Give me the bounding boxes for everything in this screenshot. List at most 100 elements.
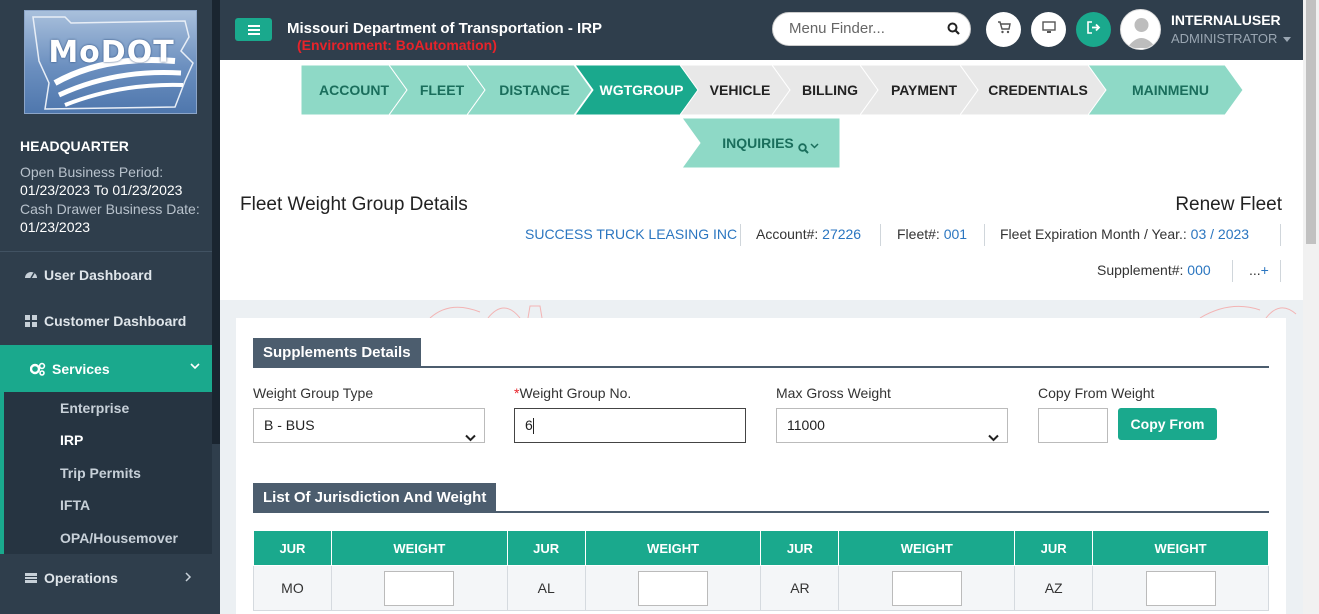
column-header-jur: JUR [1014, 530, 1094, 566]
weight-cell [330, 565, 508, 611]
weight-cell [584, 565, 762, 611]
weight-group-type-select[interactable]: B - BUS [253, 408, 485, 443]
weight-input[interactable] [891, 570, 962, 606]
cart-button[interactable] [986, 12, 1021, 47]
sidebar-item-label: Customer Dashboard [44, 313, 187, 329]
copy-from-weight-label: Copy From Weight [1038, 385, 1155, 401]
operations-icon [24, 571, 38, 585]
jurisdiction-section-title: List Of Jurisdiction And Weight [253, 483, 497, 513]
divider [740, 224, 741, 246]
account-number: Account#: 27226 [756, 226, 862, 242]
sidebar-scrollbar[interactable] [212, 0, 220, 444]
jurisdiction-cell: AZ [1014, 565, 1094, 611]
user-role: ADMINISTRATOR [1171, 31, 1278, 46]
dashboard-icon [24, 268, 38, 282]
open-business-period-label: Open Business Period: [20, 164, 164, 180]
max-gross-weight-select[interactable]: 11000 [776, 408, 1008, 443]
desktop-button[interactable] [1031, 12, 1066, 47]
user-role-dropdown[interactable]: ADMINISTRATOR [1171, 31, 1292, 46]
max-gross-weight-label: Max Gross Weight [776, 385, 891, 401]
more-link[interactable]: ...+ [1249, 262, 1269, 278]
sidebar-item-customer-dashboard[interactable]: Customer Dashboard [0, 299, 212, 343]
step-credentials[interactable]: CREDENTIALS [960, 65, 1106, 115]
submenu-item-trip-permits[interactable]: Trip Permits [60, 465, 141, 481]
step-inquiries[interactable]: INQUIRIES [682, 118, 840, 168]
max-gross-weight-value: 11000 [787, 417, 825, 433]
jurisdiction-weight-table: JUR WEIGHT JUR WEIGHT JUR WEIGHT JUR WEI… [253, 530, 1269, 611]
content-header: ACCOUNT FLEET DISTANCE WGTGROUP VEHICLE BILLI… [220, 60, 1303, 300]
copy-from-button[interactable]: Copy From [1118, 408, 1217, 440]
topbar: Missouri Department of Transportation - … [220, 0, 1303, 60]
submenu-item-ifta[interactable]: IFTA [60, 497, 90, 513]
copy-from-weight-input[interactable] [1038, 408, 1108, 443]
jurisdiction-cell: MO [253, 565, 332, 611]
submenu-item-enterprise[interactable]: Enterprise [60, 400, 129, 416]
sidebar-item-label: Operations [44, 570, 118, 586]
chevron-down-icon [988, 421, 999, 454]
weight-group-no-input[interactable]: 6 [514, 408, 746, 443]
jurisdiction-cell: AL [506, 565, 586, 611]
cart-icon [997, 20, 1011, 39]
chevron-right-icon [184, 569, 192, 585]
submenu-item-irp[interactable]: IRP [60, 432, 83, 448]
modot-logo: MoDOT [24, 10, 197, 114]
table-row: MO AL AR AZ [253, 565, 1269, 611]
weight-input[interactable] [1145, 570, 1216, 606]
divider [1280, 224, 1281, 246]
step-label: INQUIRIES [722, 135, 794, 151]
user-name[interactable]: INTERNALUSER [1171, 12, 1281, 28]
sidebar-item-user-dashboard[interactable]: User Dashboard [0, 253, 212, 297]
supplements-section-title: Supplements Details [253, 338, 421, 368]
column-header-jur: JUR [760, 530, 840, 566]
supplement-number: Supplement#: 000 [1097, 262, 1211, 278]
menu-finder-input[interactable] [789, 20, 939, 37]
company-name: SUCCESS TRUCK LEASING INC [525, 226, 738, 242]
environment-label: (Environment: BoAutomation) [297, 37, 497, 53]
weight-group-type-label: Weight Group Type [253, 385, 374, 401]
cogs-icon [29, 362, 46, 376]
sidebar-item-operations[interactable]: Operations [0, 556, 212, 600]
weight-group-type-value: B - BUS [264, 417, 315, 433]
search-icon[interactable] [947, 22, 960, 40]
weight-cell [1092, 565, 1269, 611]
caret-down-icon [1283, 37, 1292, 43]
page-scrollbar[interactable] [1303, 0, 1319, 614]
column-header-weight: WEIGHT [584, 530, 762, 566]
cash-drawer-value: 01/23/2023 [20, 219, 91, 235]
weight-input[interactable] [638, 570, 709, 606]
sidebar: MoDOT HEADQUARTER Open Business Period: … [0, 0, 220, 614]
menu-finder[interactable] [772, 12, 971, 46]
page-scrollbar-thumb[interactable] [1306, 0, 1316, 244]
weight-group-no-label: *Weight Group No. [514, 385, 632, 401]
chevron-down-icon [465, 421, 476, 454]
weight-input[interactable] [384, 570, 455, 606]
divider [984, 224, 985, 246]
sidebar-item-label: User Dashboard [44, 267, 153, 283]
divider [880, 224, 881, 246]
avatar[interactable] [1120, 9, 1161, 50]
watermark-strip [220, 300, 1303, 318]
chevron-down-icon [190, 359, 200, 373]
section-underline [253, 366, 1269, 368]
divider [1232, 260, 1233, 282]
sidebar-item-services[interactable]: Services [0, 345, 212, 392]
cash-drawer-label: Cash Drawer Business Date: [20, 201, 200, 217]
column-header-weight: WEIGHT [838, 530, 1016, 566]
logout-button[interactable] [1076, 12, 1111, 47]
menu-toggle-button[interactable] [235, 18, 272, 41]
submenu-item-opa-housemover[interactable]: OPA/Housemover [60, 530, 178, 546]
divider [1280, 260, 1281, 282]
sign-out-icon [1086, 20, 1101, 39]
column-header-jur: JUR [253, 530, 332, 566]
table-header-row: JUR WEIGHT JUR WEIGHT JUR WEIGHT JUR WEI… [253, 530, 1269, 566]
more-link-text[interactable]: + [1261, 262, 1269, 278]
step-label: ACCOUNT [319, 82, 389, 98]
step-label: PAYMENT [890, 82, 958, 98]
column-header-weight: WEIGHT [1092, 530, 1269, 566]
step-mainmenu[interactable]: MAINMENU [1088, 65, 1243, 115]
services-submenu: Enterprise IRP Trip Permits IFTA OPA/Hou… [0, 392, 212, 554]
step-label: WGTGROUP [599, 82, 684, 98]
step-distance[interactable]: DISTANCE [467, 65, 592, 115]
mode-title: Renew Fleet [1175, 194, 1282, 215]
step-label: CREDENTIALS [988, 82, 1088, 98]
